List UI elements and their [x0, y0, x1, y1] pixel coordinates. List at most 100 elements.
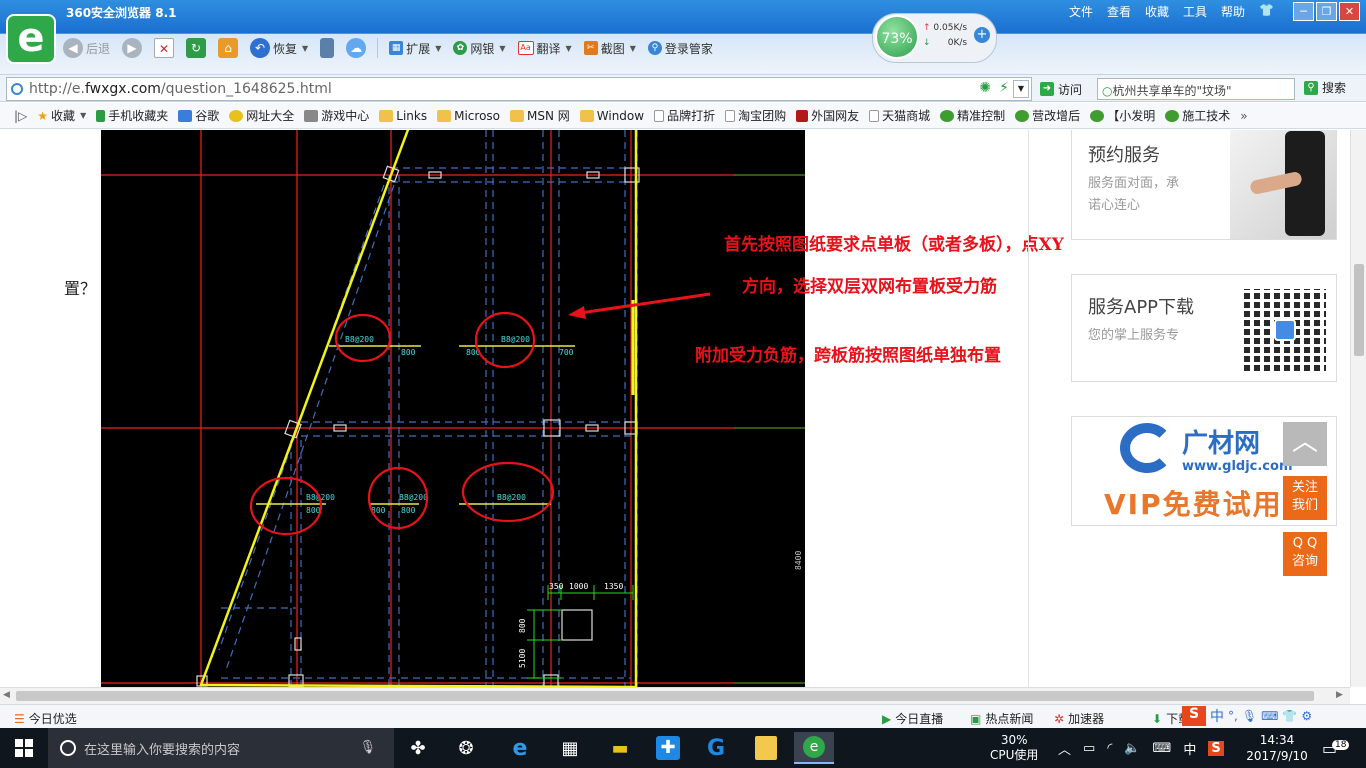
vertical-scrollbar[interactable]	[1350, 130, 1366, 687]
skin-icon[interactable]: 👕	[1259, 3, 1274, 20]
scroll-left-icon[interactable]: ◀	[3, 690, 10, 700]
search-input[interactable]: ○杭州共享单车的"坟场"	[1097, 78, 1295, 100]
scroll-right-icon[interactable]: ▶	[1336, 690, 1343, 700]
action-center-button[interactable]: ▭ 18	[1322, 728, 1350, 768]
tray-expand-icon[interactable]: ︿	[1058, 739, 1071, 758]
translate-button[interactable]: Aa 翻译 ▼	[515, 36, 575, 60]
menu-help[interactable]: 帮助	[1221, 3, 1245, 20]
today-picks[interactable]: ☰ 今日优选	[14, 710, 77, 727]
battery-icon[interactable]: ▭	[1083, 741, 1095, 756]
qq-consult-button[interactable]: Q Q 咨询	[1283, 532, 1327, 576]
plus-icon[interactable]: +	[974, 27, 990, 43]
upload-speed: ↑ 0.05K/s	[923, 23, 968, 33]
page-icon	[869, 109, 880, 122]
compat-mode-icon[interactable]: ✺	[979, 80, 991, 96]
close-button[interactable]: ✕	[1339, 2, 1360, 21]
screenshot-button[interactable]: ✂ 截图 ▼	[581, 36, 639, 60]
dim-label: 700	[559, 348, 574, 357]
taskbar-app-pinwheel[interactable]: ✤	[398, 732, 438, 764]
back-button[interactable]: ◀ 后退	[60, 36, 113, 60]
today-live[interactable]: ▶ 今日直播	[882, 710, 943, 727]
home-button[interactable]: ⌂	[215, 36, 241, 60]
bank-button[interactable]: ✿ 网银 ▼	[450, 36, 508, 60]
appointment-service-card[interactable]: 预约服务 服务面对面，承 诺心连心	[1071, 130, 1337, 240]
fav-item[interactable]: 游戏中心	[304, 107, 369, 124]
refresh-button[interactable]: ↻	[183, 36, 209, 60]
fav-item[interactable]: 品牌打折	[654, 107, 715, 124]
taskbar-app-360browser[interactable]: e	[794, 732, 834, 764]
menu-file[interactable]: 文件	[1069, 3, 1093, 20]
more-favorites-icon[interactable]: »	[1240, 109, 1247, 123]
sidebar-toggle-icon[interactable]: |▷	[14, 109, 27, 123]
restore-button[interactable]: ↶ 恢复 ▼	[247, 36, 311, 60]
download-speed: ↓ 0K/s	[923, 38, 968, 48]
toolbar-divider	[377, 38, 379, 58]
undo-icon: ↶	[250, 38, 271, 58]
clock[interactable]: 14:34 2017/9/10	[1244, 728, 1310, 768]
phone-button[interactable]	[317, 36, 337, 60]
stop-button[interactable]: ✕	[151, 36, 177, 60]
fav-item[interactable]: Microso	[437, 109, 500, 123]
wifi-icon[interactable]: ◜	[1107, 741, 1112, 756]
fav-item[interactable]: 【小发明	[1090, 107, 1155, 124]
fav-item[interactable]: 精准控制	[940, 107, 1005, 124]
scroll-thumb[interactable]	[16, 691, 1314, 701]
scroll-thumb[interactable]	[1354, 264, 1364, 356]
cpu-usage[interactable]: 30% CPU使用	[990, 728, 1038, 768]
chevron-up-icon: ︿	[1291, 427, 1318, 457]
sogou-tray-icon[interactable]: S	[1208, 740, 1224, 756]
fav-item[interactable]: 手机收藏夹	[96, 107, 168, 124]
fav-item[interactable]: Links	[379, 109, 427, 123]
fav-item[interactable]: 天猫商城	[869, 107, 930, 124]
fav-item[interactable]: Window	[579, 109, 644, 123]
fav-item[interactable]: 营改增后	[1015, 107, 1080, 124]
fav-item[interactable]: 淘宝团购	[725, 107, 786, 124]
fav-item[interactable]: 网址大全	[229, 107, 294, 124]
lightning-icon[interactable]: ⚡	[999, 80, 1009, 96]
taskbar-app-swirl[interactable]: ❂	[446, 732, 486, 764]
minimize-button[interactable]: ─	[1293, 2, 1314, 21]
shirt-icon: 👕	[1282, 709, 1298, 723]
taskbar-app-glodon[interactable]: G	[696, 732, 736, 764]
back-to-top-button[interactable]: ︿	[1283, 422, 1327, 466]
folder-icon	[437, 109, 452, 122]
microphone-icon[interactable]: 🎙	[359, 740, 376, 755]
mic-icon: 🎙	[1241, 709, 1258, 723]
visit-button[interactable]: ➜ 访问	[1040, 78, 1082, 100]
accelerator[interactable]: ✲ 加速器	[1054, 710, 1104, 727]
fav-item[interactable]: MSN 网	[510, 107, 570, 124]
network-speed-widget[interactable]: 73% ↑ 0.05K/s ↓ 0K/s +	[872, 13, 997, 63]
taskbar-app-edge[interactable]: e	[500, 732, 540, 764]
taskbar-app-plus[interactable]: ✚	[648, 732, 688, 764]
cloud-button[interactable]: ☁	[343, 36, 369, 60]
menu-view[interactable]: 查看	[1107, 3, 1131, 20]
keyboard-icon: ⌨	[1261, 709, 1279, 723]
fav-item[interactable]: ★ 收藏 ▼	[37, 107, 86, 124]
hot-news[interactable]: ▣ 热点新闻	[970, 710, 1033, 727]
taskbar-app-notepad[interactable]	[746, 732, 786, 764]
keyboard-icon[interactable]: ⌨	[1153, 741, 1172, 756]
volume-icon[interactable]: 🔈	[1124, 741, 1140, 756]
horizontal-scrollbar[interactable]: ◀ ▶	[0, 687, 1350, 704]
app-download-card[interactable]: 服务APP下载 您的掌上服务专	[1071, 274, 1337, 382]
top-menu: 文件 查看 收藏 工具 帮助 👕	[1069, 3, 1274, 20]
taskbar-app-store[interactable]: ▦	[550, 732, 590, 764]
login-manager-button[interactable]: ⚲ 登录管家	[645, 36, 716, 60]
fav-item[interactable]: 谷歌	[178, 107, 219, 124]
menu-favorites[interactable]: 收藏	[1145, 3, 1169, 20]
taskbar-search-input[interactable]: 在这里输入你要搜索的内容 🎙	[48, 728, 394, 768]
ime-indicator[interactable]: 中	[1183, 739, 1196, 758]
menu-tools[interactable]: 工具	[1183, 3, 1207, 20]
taskbar-app-explorer[interactable]: ▬	[600, 732, 640, 764]
start-button[interactable]	[0, 728, 48, 768]
maximize-button[interactable]: ❐	[1316, 2, 1337, 21]
url-dropdown-icon[interactable]: ▼	[1013, 80, 1029, 98]
follow-us-button[interactable]: 关注 我们	[1283, 476, 1327, 520]
url-field[interactable]: http://e.fwxgx.com/question_1648625.html…	[6, 77, 1032, 101]
fav-item[interactable]: 施工技术	[1165, 107, 1230, 124]
extend-button[interactable]: ▦ 扩展 ▼	[386, 36, 444, 60]
fav-item[interactable]: 外国网友	[796, 107, 859, 124]
ime-toolbar[interactable]: S 中 °, 🎙 ⌨ 👕 ⚙	[1182, 706, 1312, 726]
forward-button[interactable]: ▶	[119, 36, 145, 60]
search-button[interactable]: ⚲ 搜索	[1304, 79, 1346, 96]
